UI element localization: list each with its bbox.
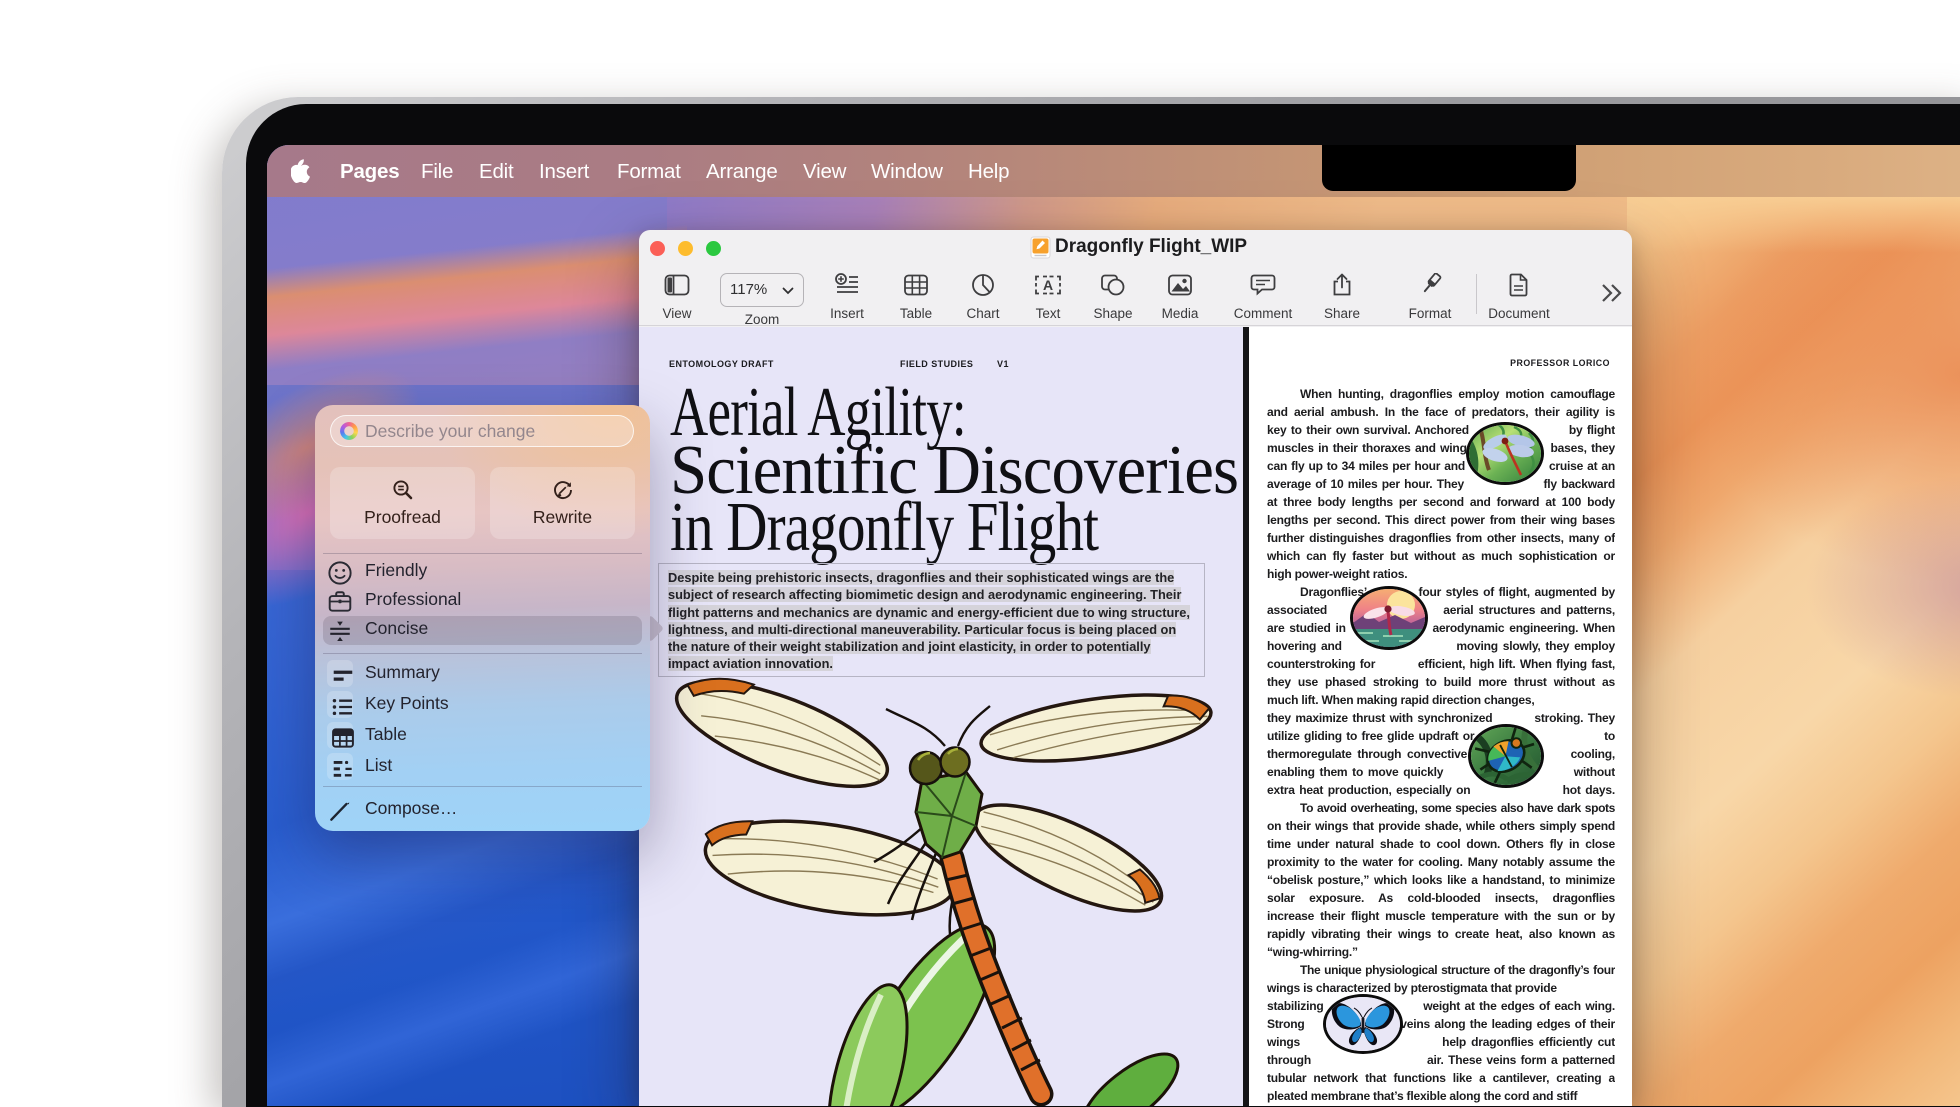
svg-text:A: A bbox=[1043, 277, 1053, 293]
